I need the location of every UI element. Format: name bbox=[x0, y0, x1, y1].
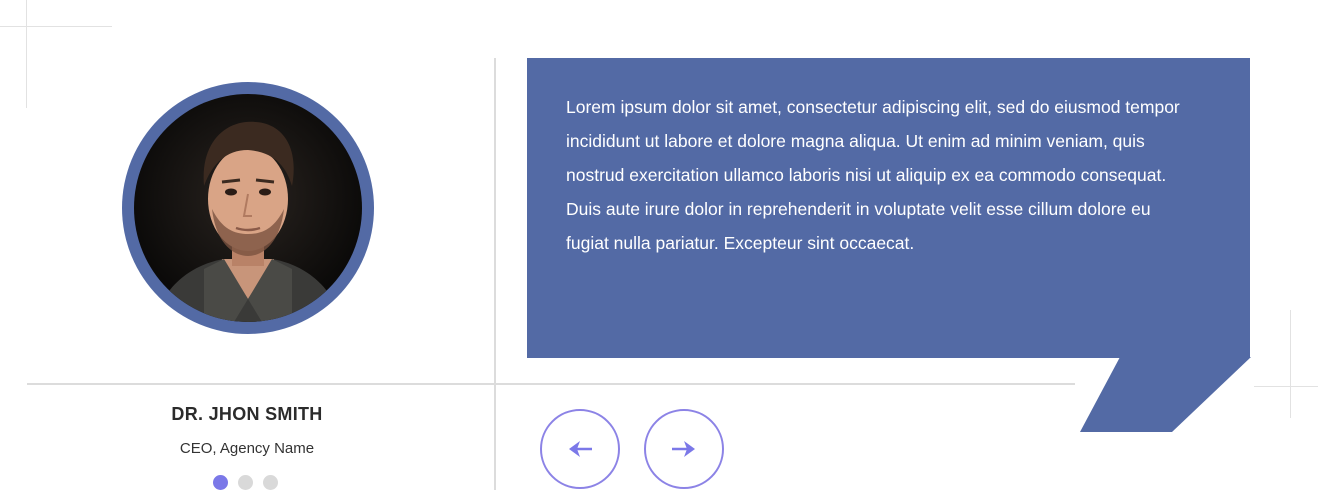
next-button[interactable] bbox=[644, 409, 724, 489]
pagination-dot-1[interactable] bbox=[213, 475, 228, 490]
arrow-left-icon bbox=[569, 441, 592, 457]
row-divider bbox=[27, 383, 1075, 385]
speech-bubble-tail bbox=[1080, 357, 1251, 432]
decorative-crosshair-right-v bbox=[1290, 310, 1291, 418]
previous-button[interactable] bbox=[540, 409, 620, 489]
testimonial-author-role: CEO, Agency Name bbox=[179, 440, 315, 457]
column-divider bbox=[494, 58, 496, 490]
decorative-crosshair-top-left-v bbox=[26, 0, 27, 108]
avatar-photo bbox=[134, 94, 362, 322]
testimonial-author-name: DR. JHON SMITH bbox=[171, 404, 323, 424]
pagination-dots bbox=[213, 475, 278, 490]
testimonial-quote-box: Lorem ipsum dolor sit amet, consectetur … bbox=[527, 58, 1250, 358]
arrow-right-icon bbox=[672, 441, 695, 457]
decorative-crosshair-right-h bbox=[1254, 386, 1318, 387]
testimonial-quote-text: Lorem ipsum dolor sit amet, consectetur … bbox=[566, 97, 1180, 253]
pagination-dot-3[interactable] bbox=[263, 475, 278, 490]
decorative-crosshair-top-left-h bbox=[0, 26, 112, 27]
avatar bbox=[122, 82, 374, 334]
pagination-dot-2[interactable] bbox=[238, 475, 253, 490]
person-portrait-icon bbox=[154, 121, 342, 322]
